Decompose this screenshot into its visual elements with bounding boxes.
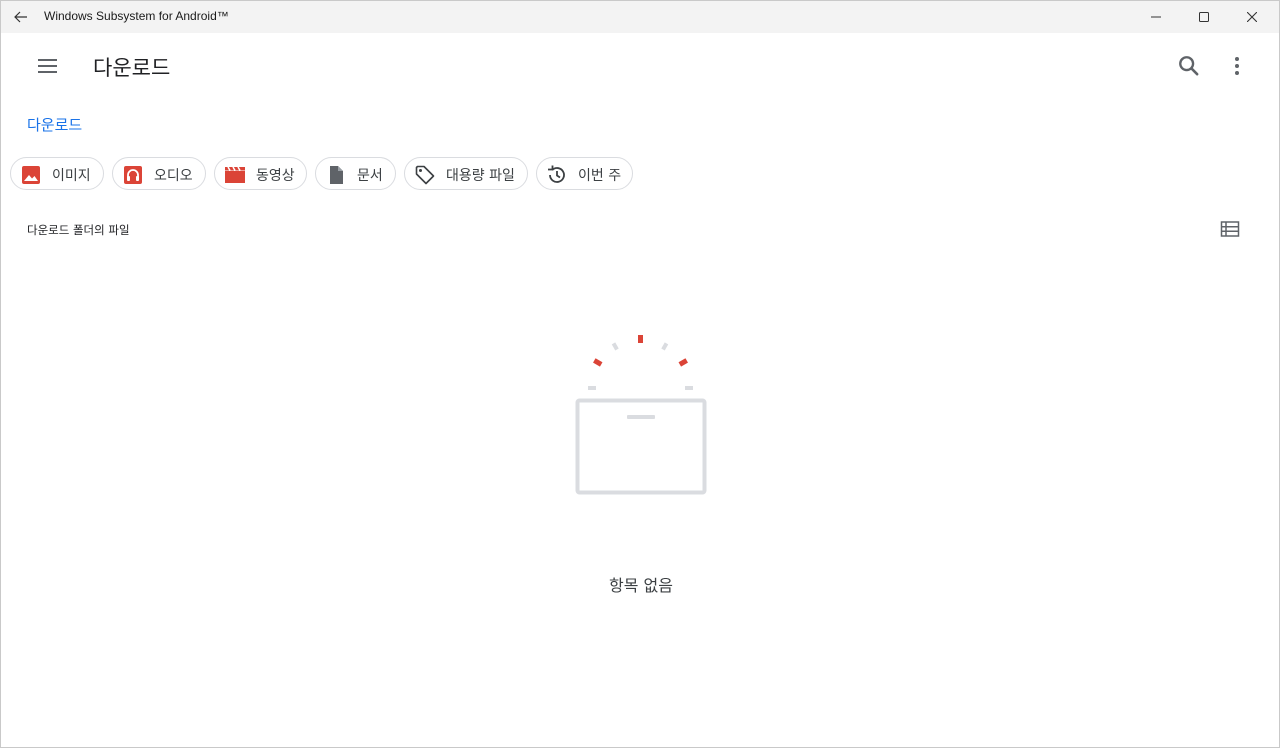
chip-audio[interactable]: 오디오 <box>112 157 206 190</box>
search-icon[interactable] <box>1175 52 1203 80</box>
more-options-icon[interactable] <box>1225 52 1249 80</box>
headphones-icon <box>122 164 144 186</box>
chip-label: 문서 <box>357 168 383 184</box>
chip-images[interactable]: 이미지 <box>10 157 104 190</box>
empty-folder-illustration <box>571 331 711 501</box>
chip-videos[interactable]: 동영상 <box>214 157 307 190</box>
title-bar: Windows Subsystem for Android™ <box>1 1 1279 33</box>
image-icon <box>20 164 42 186</box>
chip-large-files[interactable]: 대용량 파일 <box>404 157 528 190</box>
chip-label: 오디오 <box>154 168 193 184</box>
menu-icon[interactable] <box>31 53 63 79</box>
window-title: Windows Subsystem for Android™ <box>44 9 229 23</box>
movie-icon <box>224 164 246 186</box>
chip-label: 대용량 파일 <box>446 168 515 184</box>
history-icon <box>546 164 568 186</box>
chip-label: 이번 주 <box>578 168 622 184</box>
page-title: 다운로드 <box>93 56 171 80</box>
app-window: Windows Subsystem for Android™ 다운로드 다운로드… <box>0 0 1280 748</box>
section-title: 다운로드 폴더의 파일 <box>27 223 130 237</box>
empty-state-message: 항목 없음 <box>609 576 673 595</box>
back-arrow-icon[interactable] <box>11 7 31 27</box>
chip-label: 동영상 <box>256 168 295 184</box>
tag-icon <box>414 164 436 186</box>
breadcrumb[interactable]: 다운로드 <box>27 114 82 135</box>
chip-label: 이미지 <box>52 168 91 184</box>
chip-documents[interactable]: 문서 <box>315 157 396 190</box>
chip-this-week[interactable]: 이번 주 <box>536 157 633 190</box>
close-button[interactable] <box>1229 1 1275 33</box>
document-icon <box>325 164 347 186</box>
maximize-button[interactable] <box>1181 1 1227 33</box>
list-view-icon[interactable] <box>1220 220 1240 238</box>
minimize-button[interactable] <box>1133 1 1179 33</box>
